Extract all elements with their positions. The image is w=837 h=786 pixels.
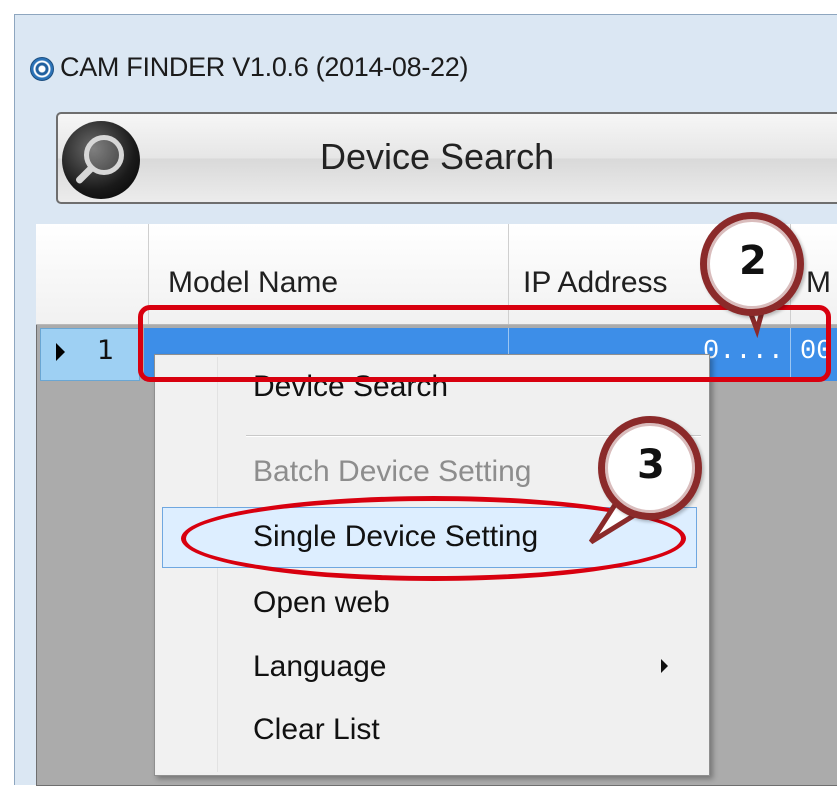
- callout-pointers: [588, 287, 772, 545]
- callout-2-label: 2: [739, 238, 767, 284]
- callout-3-label: 3: [637, 442, 665, 488]
